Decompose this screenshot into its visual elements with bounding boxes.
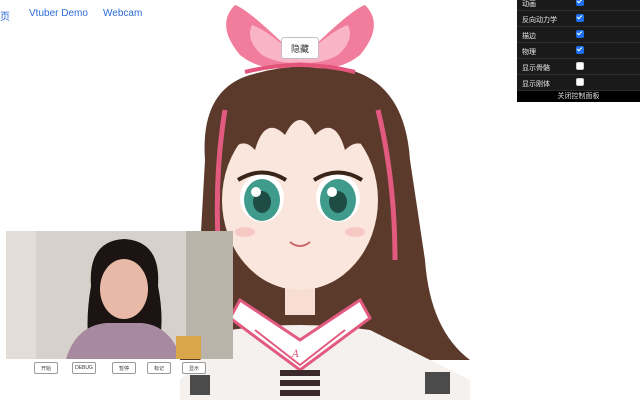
control-label: 显示骨骼 [522,65,550,72]
ik-checkbox[interactable] [576,14,584,22]
mark-button[interactable]: 标记 [147,362,171,374]
start-button[interactable]: 开始 [34,362,58,374]
control-row-animation[interactable]: 动画 [517,0,640,11]
avatar-left-wrist [190,375,210,395]
nav-webcam-link[interactable]: Webcam [103,8,142,19]
avatar-right-wrist [425,372,450,394]
nav-vtuber-demo-link[interactable]: Vtuber Demo [29,8,88,19]
debug-button[interactable]: DEBUG [72,362,96,374]
pause-button[interactable]: 暂停 [112,362,136,374]
control-label: 描边 [522,33,536,40]
control-row-physics[interactable]: 物理 [517,43,640,59]
show-bones-checkbox[interactable] [576,62,584,70]
outline-checkbox[interactable] [576,30,584,38]
animation-checkbox[interactable] [576,0,584,6]
nav-home-link[interactable]: 页 [0,8,10,23]
control-row-show-bones[interactable]: 显示骨骼 [517,59,640,75]
svg-text:A: A [291,349,299,360]
show-rigidbody-checkbox[interactable] [576,78,584,86]
avatar-ribbon [280,370,320,396]
control-label: 物理 [522,49,536,56]
webcam-frame [6,231,233,359]
control-row-outline[interactable]: 描边 [517,27,640,43]
close-control-panel-button[interactable]: 关闭控制面板 [517,91,640,102]
control-label: 显示刚体 [522,81,550,88]
control-label: 反向动力学 [522,17,557,24]
hide-button[interactable]: 隐藏 [281,37,319,59]
webcam-preview [6,231,233,359]
show-button[interactable]: 显示 [182,362,206,374]
physics-checkbox[interactable] [576,46,584,54]
control-row-ik[interactable]: 反向动力学 [517,11,640,27]
control-row-show-rigidbody[interactable]: 显示刚体 [517,75,640,91]
control-panel: 动画 反向动力学 描边 物理 显示骨骼 显示刚体 关闭控制面板 [517,0,640,102]
control-label: 动画 [522,1,536,8]
